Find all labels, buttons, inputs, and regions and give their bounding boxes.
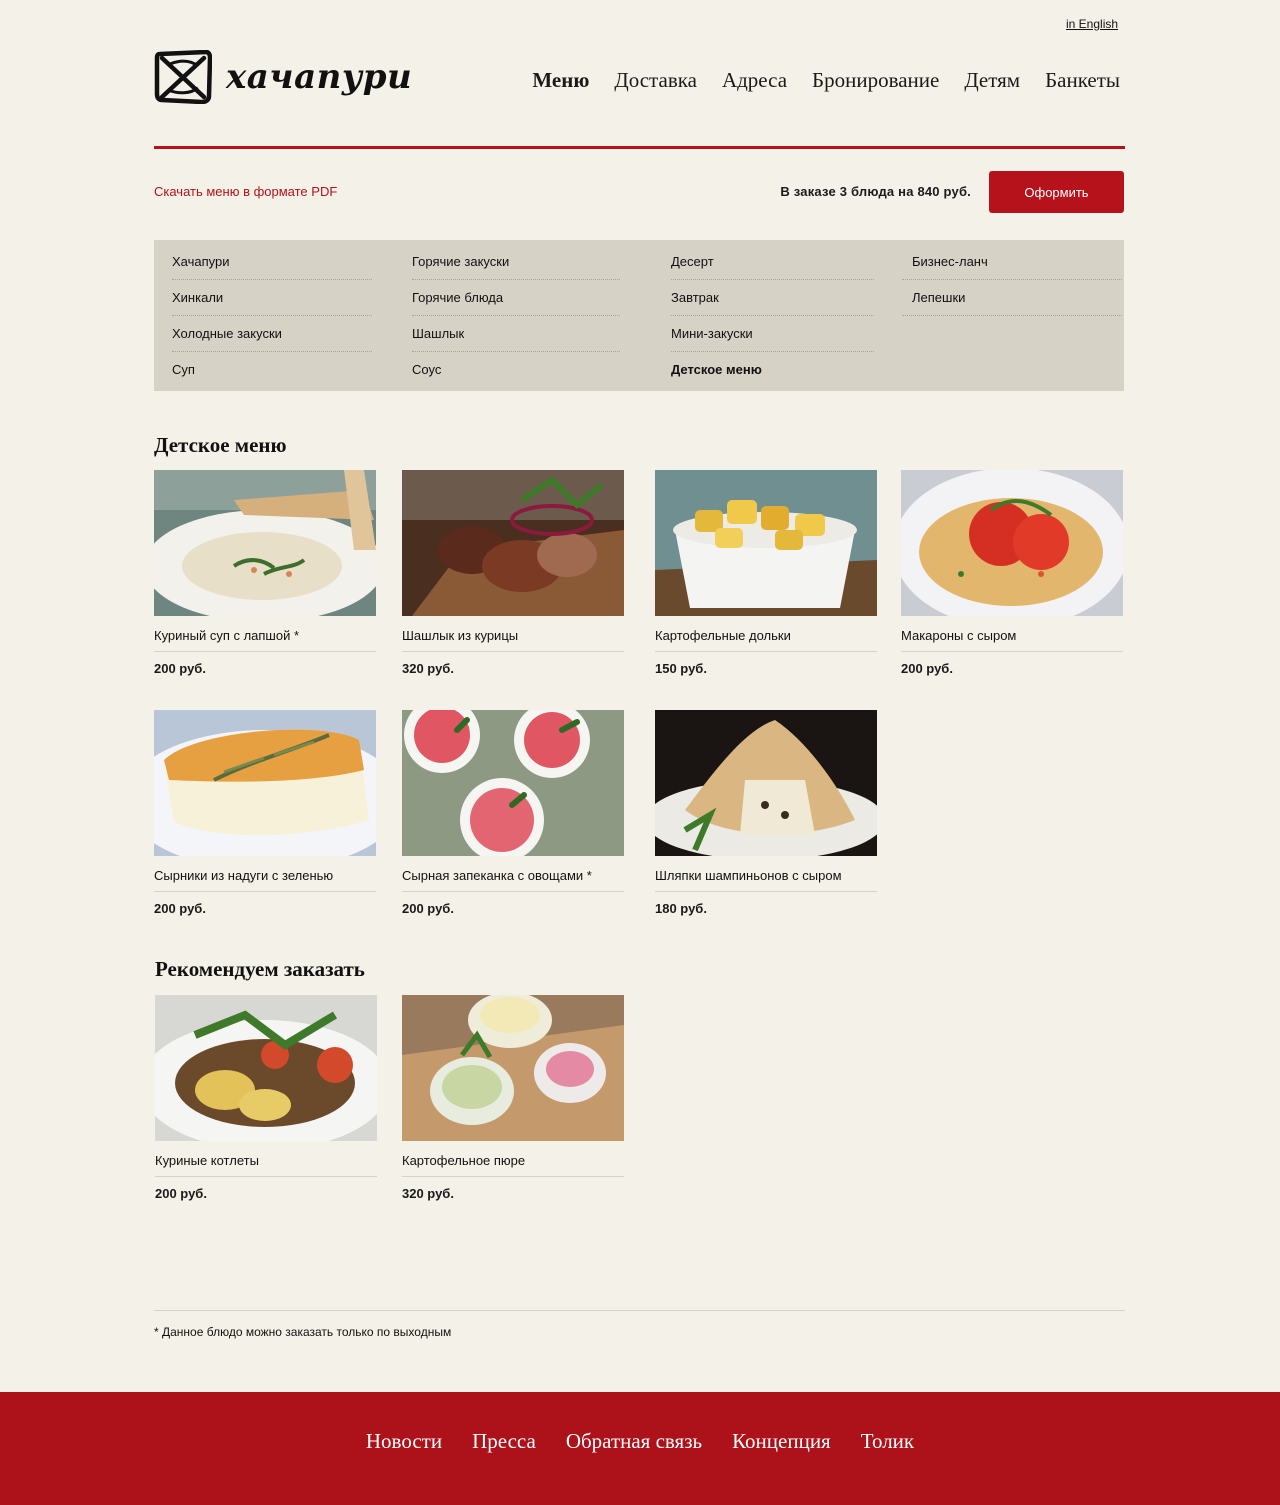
- category-item[interactable]: Лепешки: [902, 280, 1122, 316]
- logo-mark-icon: [154, 50, 212, 104]
- dish-name: Куриный суп с лапшой *: [154, 616, 376, 652]
- section-title-recommend: Рекомендуем заказать: [155, 957, 365, 981]
- download-pdf-link[interactable]: Скачать меню в формате PDF: [154, 184, 337, 199]
- dish-card[interactable]: Куриные котлеты 200 руб.: [155, 995, 377, 1201]
- dish-photo-cheese-casserole: [402, 710, 624, 856]
- dish-card[interactable]: Сырная запеканка с овощами * 200 руб.: [402, 710, 624, 916]
- dish-card[interactable]: Картофельное пюре 320 руб.: [402, 995, 624, 1201]
- dish-price: 180 руб.: [655, 901, 707, 916]
- dish-price: 200 руб.: [154, 901, 206, 916]
- nav-addresses[interactable]: Адреса: [722, 68, 787, 93]
- dish-name: Шляпки шампиньонов с сыром: [655, 856, 877, 892]
- category-item[interactable]: Завтрак: [671, 280, 874, 316]
- category-item[interactable]: Бизнес-ланч: [902, 244, 1122, 280]
- dish-name: Картофельные дольки: [655, 616, 877, 652]
- dish-photo-chicken-cutlets: [155, 995, 377, 1141]
- footer-link-news[interactable]: Новости: [366, 1429, 442, 1454]
- dish-name: Шашлык из курицы: [402, 616, 624, 652]
- category-item[interactable]: Горячие закуски: [412, 244, 620, 280]
- footer-link-tolik[interactable]: Толик: [861, 1429, 914, 1454]
- dish-card[interactable]: Макароны с сыром 200 руб.: [901, 470, 1123, 676]
- category-item[interactable]: Горячие блюда: [412, 280, 620, 316]
- footer-nav: Новости Пресса Обратная связь Концепция …: [0, 1429, 1280, 1454]
- nav-banquets[interactable]: Банкеты: [1045, 68, 1120, 93]
- category-column-2: Горячие закуски Горячие блюда Шашлык Соу…: [412, 244, 620, 388]
- nav-kids[interactable]: Детям: [964, 68, 1020, 93]
- category-item-active[interactable]: Детское меню: [671, 352, 874, 388]
- dish-price: 320 руб.: [402, 1186, 454, 1201]
- category-item[interactable]: Шашлык: [412, 316, 620, 352]
- dish-card[interactable]: Шляпки шампиньонов с сыром 180 руб.: [655, 710, 877, 916]
- footnote: * Данное блюдо можно заказать только по …: [154, 1325, 452, 1339]
- category-item[interactable]: Мини-закуски: [671, 316, 874, 352]
- dish-photo-mac-and-cheese: [901, 470, 1123, 616]
- order-summary: В заказе 3 блюда на 840 руб.: [780, 184, 971, 199]
- main-nav: Меню Доставка Адреса Бронирование Детям …: [532, 68, 1120, 93]
- footer-link-press[interactable]: Пресса: [472, 1429, 536, 1454]
- dish-card[interactable]: Картофельные дольки 150 руб.: [655, 470, 877, 676]
- dish-name: Сырная запеканка с овощами *: [402, 856, 624, 892]
- footer-link-feedback[interactable]: Обратная связь: [566, 1429, 702, 1454]
- dish-photo-potato-wedges: [655, 470, 877, 616]
- dish-photo-chicken-soup: [154, 470, 376, 616]
- dish-card[interactable]: Сырники из надуги с зеленью 200 руб.: [154, 710, 376, 916]
- dish-photo-chicken-shashlik: [402, 470, 624, 616]
- language-switch-link[interactable]: in English: [1066, 17, 1118, 31]
- dish-price: 200 руб.: [154, 661, 206, 676]
- category-item[interactable]: Десерт: [671, 244, 874, 280]
- dish-name: Картофельное пюре: [402, 1141, 624, 1177]
- category-item[interactable]: Суп: [172, 352, 372, 388]
- category-item[interactable]: Хачапури: [172, 244, 372, 280]
- header-divider: [154, 146, 1125, 149]
- category-column-1: Хачапури Хинкали Холодные закуски Суп: [172, 244, 372, 388]
- dish-photo-syrniki: [154, 710, 376, 856]
- nav-menu[interactable]: Меню: [532, 68, 589, 93]
- dish-card[interactable]: Куриный суп с лапшой * 200 руб.: [154, 470, 376, 676]
- nav-delivery[interactable]: Доставка: [614, 68, 697, 93]
- dish-photo-mashed-potatoes: [402, 995, 624, 1141]
- checkout-button[interactable]: Оформить: [989, 171, 1124, 213]
- dish-price: 150 руб.: [655, 661, 707, 676]
- dish-photo-stuffed-mushrooms: [655, 710, 877, 856]
- dish-name: Куриные котлеты: [155, 1141, 377, 1177]
- category-column-4: Бизнес-ланч Лепешки: [902, 244, 1122, 316]
- nav-booking[interactable]: Бронирование: [812, 68, 939, 93]
- dish-name: Сырники из надуги с зеленью: [154, 856, 376, 892]
- section-title-kids: Детское меню: [154, 433, 287, 457]
- dish-price: 200 руб.: [155, 1186, 207, 1201]
- dish-card[interactable]: Шашлык из курицы 320 руб.: [402, 470, 624, 676]
- dish-price: 320 руб.: [402, 661, 454, 676]
- dish-name: Макароны с сыром: [901, 616, 1123, 652]
- category-item[interactable]: Соус: [412, 352, 620, 388]
- category-column-3: Десерт Завтрак Мини-закуски Детское меню: [671, 244, 874, 388]
- category-item[interactable]: Холодные закуски: [172, 316, 372, 352]
- dish-price: 200 руб.: [901, 661, 953, 676]
- dish-price: 200 руб.: [402, 901, 454, 916]
- logo[interactable]: хачапури: [154, 50, 412, 104]
- site-footer: Новости Пресса Обратная связь Концепция …: [0, 1392, 1280, 1505]
- footer-link-concept[interactable]: Концепция: [732, 1429, 831, 1454]
- category-item[interactable]: Хинкали: [172, 280, 372, 316]
- logo-text: хачапури: [226, 57, 413, 97]
- category-panel: Хачапури Хинкали Холодные закуски Суп Го…: [154, 240, 1124, 391]
- footnote-divider: [154, 1310, 1125, 1311]
